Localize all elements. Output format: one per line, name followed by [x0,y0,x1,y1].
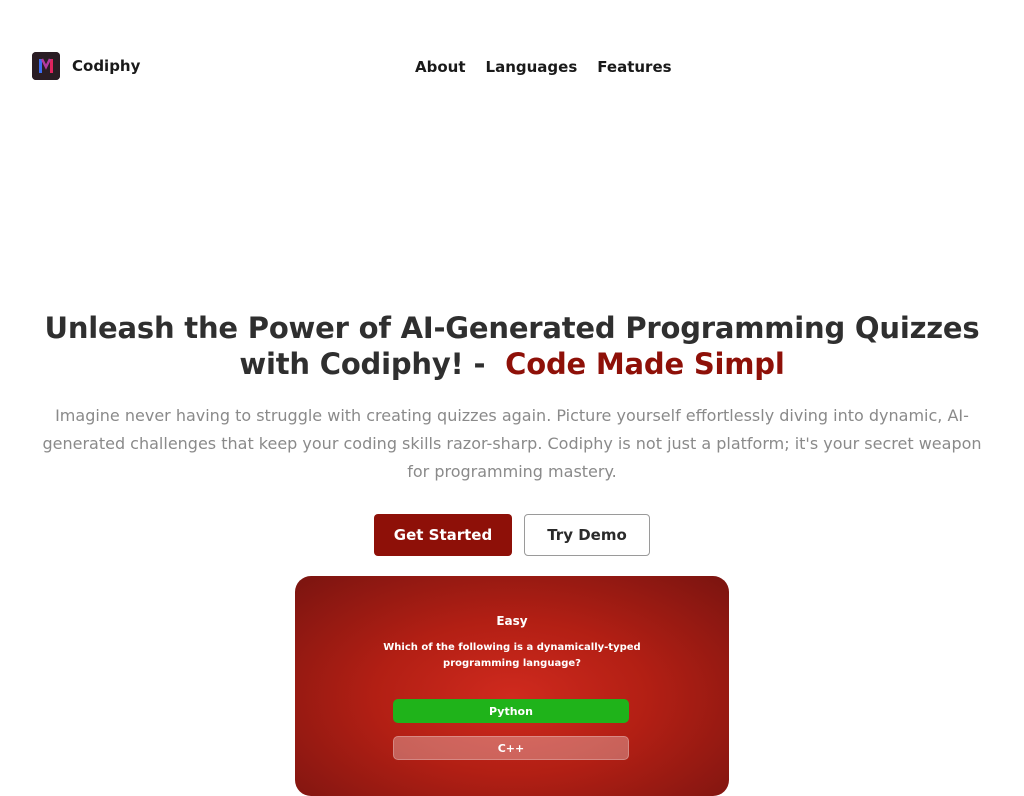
hero-title-separator: - [463,347,496,381]
nav-features[interactable]: Features [597,57,671,77]
cta-row: Get Started Try Demo [0,514,1024,556]
codiphy-logo-icon [32,52,60,80]
nav-languages[interactable]: Languages [486,57,578,77]
main-nav: About Languages Features [415,57,672,77]
hero-title-accent: Code Made Simpl [505,347,785,381]
quiz-level-label: Easy [496,614,528,628]
quiz-option-cpp: C++ [393,736,629,760]
get-started-button[interactable]: Get Started [374,514,512,556]
hero-title: Unleash the Power of AI-Generated Progra… [32,310,992,382]
quiz-preview-image: Easy Which of the following is a dynamic… [295,576,729,796]
navbar: Codiphy About Languages Features [0,0,1024,134]
try-demo-button[interactable]: Try Demo [524,514,650,556]
brand-link[interactable]: Codiphy [32,52,140,80]
hero-section: Unleash the Power of AI-Generated Progra… [0,310,1024,486]
hero-description: Imagine never having to struggle with cr… [42,406,982,481]
brand-name: Codiphy [72,57,141,75]
quiz-question: Which of the following is a dynamically-… [383,642,641,669]
nav-about[interactable]: About [415,57,466,77]
quiz-option-python: Python [393,699,629,723]
